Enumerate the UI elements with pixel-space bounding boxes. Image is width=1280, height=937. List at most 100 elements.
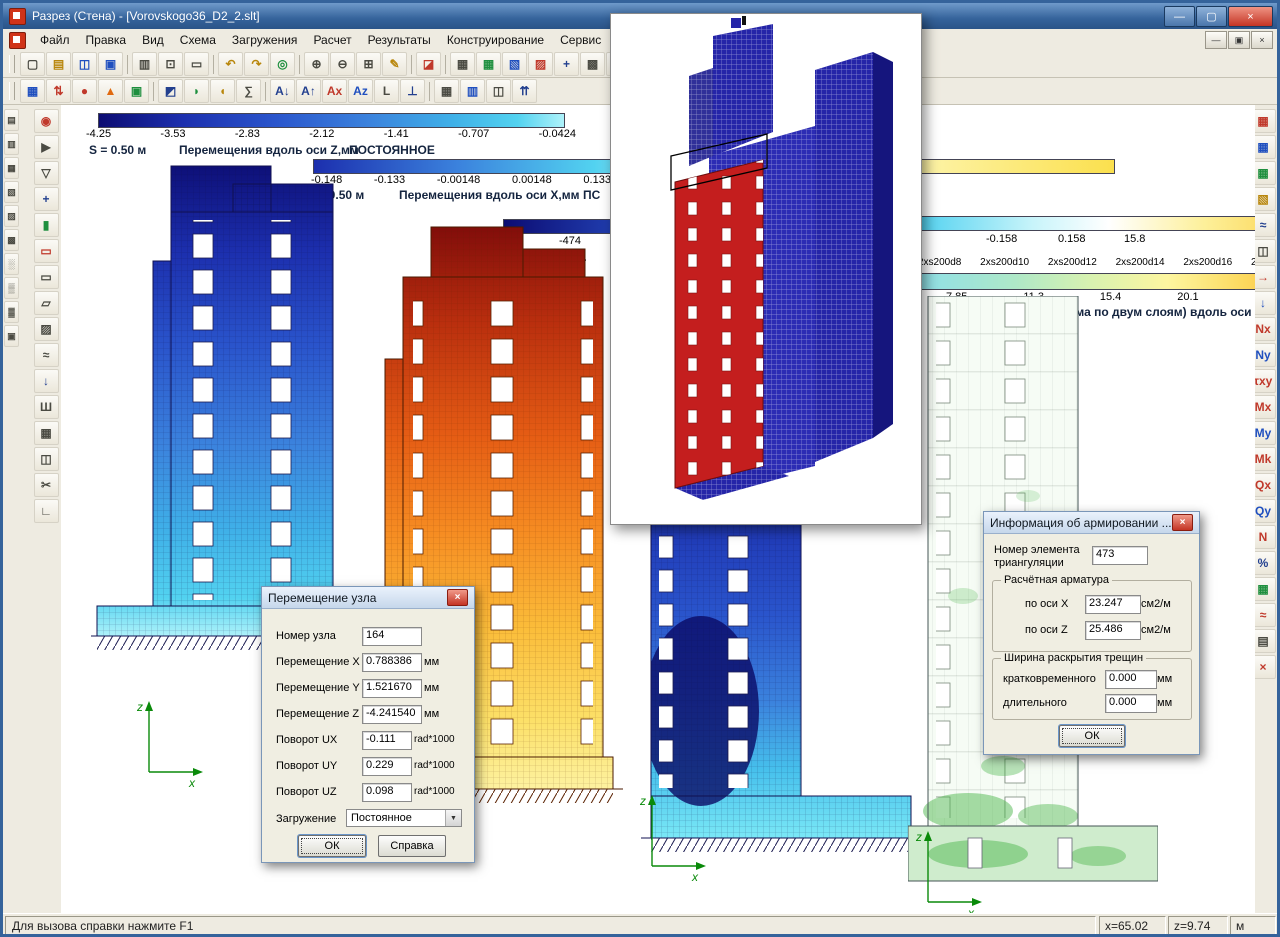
menu-edit[interactable]: Правка bbox=[78, 30, 135, 50]
undo-icon[interactable]: ↶ bbox=[218, 52, 243, 76]
rect-icon[interactable]: ▭ bbox=[34, 265, 59, 289]
element-number-field[interactable]: 473 bbox=[1092, 546, 1148, 565]
loadcase-combobox[interactable]: Постоянное ▼ bbox=[346, 809, 462, 827]
pattern-icon[interactable]: ░ bbox=[4, 253, 19, 275]
sort-za-icon[interactable]: A↑ bbox=[296, 79, 321, 103]
leaf-green-icon[interactable]: ◗ bbox=[184, 79, 209, 103]
close-icon[interactable]: × bbox=[447, 589, 468, 606]
dialog-titlebar[interactable]: Перемещение узла × bbox=[262, 587, 474, 609]
section-icon[interactable]: ◪ bbox=[416, 52, 441, 76]
maximize-button[interactable]: ▢ bbox=[1196, 6, 1227, 27]
ok-button[interactable]: ОК bbox=[298, 835, 366, 857]
ok-button[interactable]: ОК bbox=[1059, 725, 1125, 747]
book2-icon[interactable]: ◫ bbox=[486, 79, 511, 103]
frame-icon[interactable]: ▭ bbox=[34, 239, 59, 263]
mesh-icon[interactable]: ▦ bbox=[450, 52, 475, 76]
menu-service[interactable]: Сервис bbox=[552, 30, 609, 50]
mesh-delete-icon[interactable]: ▨ bbox=[528, 52, 553, 76]
mdi-minimize-button[interactable]: — bbox=[1205, 31, 1227, 49]
axes-icon[interactable]: + bbox=[554, 52, 579, 76]
pattern-icon[interactable]: ▓ bbox=[4, 301, 19, 323]
mdi-document-icon[interactable] bbox=[9, 32, 26, 49]
az-icon[interactable]: Az bbox=[348, 79, 373, 103]
pattern-icon[interactable]: ▨ bbox=[4, 205, 19, 227]
sum-icon[interactable]: ∑ bbox=[236, 79, 261, 103]
cut-icon[interactable]: ✂ bbox=[34, 473, 59, 497]
chevron-down-icon[interactable]: ▼ bbox=[445, 810, 461, 826]
sort-az-icon[interactable]: A↓ bbox=[270, 79, 295, 103]
reinforcement-info-dialog[interactable]: Информация об армировании ... × Номер эл… bbox=[983, 511, 1200, 755]
mesh-add-icon[interactable]: ▦ bbox=[476, 52, 501, 76]
table-icon[interactable]: ▦ bbox=[434, 79, 459, 103]
help-button[interactable]: Справка bbox=[378, 835, 446, 857]
hatch-icon[interactable]: ▨ bbox=[34, 317, 59, 341]
disp-x-field[interactable]: 0.788386 bbox=[362, 653, 422, 672]
disp-y-field[interactable]: 1.521670 bbox=[362, 679, 422, 698]
print-preview-icon[interactable]: ⊡ bbox=[158, 52, 183, 76]
pointer-icon[interactable]: ▶ bbox=[34, 135, 59, 159]
bottle-icon[interactable]: ▮ bbox=[34, 213, 59, 237]
pattern-icon[interactable]: ▩ bbox=[4, 229, 19, 251]
new-icon[interactable]: ▢ bbox=[20, 52, 45, 76]
crack-short-field[interactable]: 0.000 bbox=[1105, 670, 1157, 689]
eraser-icon[interactable]: ◫ bbox=[34, 447, 59, 471]
refresh-icon[interactable]: ◎ bbox=[270, 52, 295, 76]
redo-icon[interactable]: ↷ bbox=[244, 52, 269, 76]
model-3d-popup[interactable] bbox=[610, 13, 922, 525]
pattern-icon[interactable]: ▥ bbox=[4, 133, 19, 155]
grid-table-icon[interactable]: ▦ bbox=[34, 421, 59, 445]
fire-icon[interactable]: ▲ bbox=[98, 79, 123, 103]
zoom-out-icon[interactable]: ⊖ bbox=[330, 52, 355, 76]
filter-icon[interactable]: ▽ bbox=[34, 161, 59, 185]
wave-icon[interactable]: ≈ bbox=[34, 343, 59, 367]
hundred-icon[interactable]: ● bbox=[72, 79, 97, 103]
menu-loads[interactable]: Загружения bbox=[224, 30, 306, 50]
menu-scheme[interactable]: Схема bbox=[172, 30, 224, 50]
close-button[interactable]: × bbox=[1228, 6, 1273, 27]
menu-file[interactable]: Файл bbox=[32, 30, 78, 50]
rebar-x-field[interactable]: 23.247 bbox=[1085, 595, 1141, 614]
mdi-restore-button[interactable]: ▣ bbox=[1228, 31, 1250, 49]
pattern-icon[interactable]: ▤ bbox=[4, 109, 19, 131]
combo-load-icon[interactable]: ⇅ bbox=[46, 79, 71, 103]
pattern-icon[interactable]: ▧ bbox=[4, 181, 19, 203]
polygon-icon[interactable]: ▱ bbox=[34, 291, 59, 315]
arrow-down-icon[interactable]: ↓ bbox=[34, 369, 59, 393]
diagram-icon[interactable]: ◩ bbox=[158, 79, 183, 103]
import-icon[interactable]: ◫ bbox=[72, 52, 97, 76]
save-icon[interactable]: ▣ bbox=[98, 52, 123, 76]
supports2-icon[interactable]: Ш bbox=[34, 395, 59, 419]
rot-uy-field[interactable]: 0.229 bbox=[362, 757, 412, 776]
disp-z-field[interactable]: -4.241540 bbox=[362, 705, 422, 724]
dialog-titlebar[interactable]: Информация об армировании ... × bbox=[984, 512, 1199, 534]
select-region-icon[interactable]: ▭ bbox=[184, 52, 209, 76]
pan-icon[interactable]: + bbox=[34, 187, 59, 211]
rot-ux-field[interactable]: -0.111 bbox=[362, 731, 412, 750]
node-number-field[interactable]: 164 bbox=[362, 627, 422, 646]
pattern-icon[interactable]: ▣ bbox=[4, 325, 19, 347]
corner-icon[interactable]: L bbox=[374, 79, 399, 103]
pen-icon[interactable]: ✎ bbox=[382, 52, 407, 76]
rebar-z-field[interactable]: 25.486 bbox=[1085, 621, 1141, 640]
menu-analysis[interactable]: Расчет bbox=[305, 30, 359, 50]
pattern-icon[interactable]: ▦ bbox=[4, 157, 19, 179]
perp-icon[interactable]: ⊥ bbox=[400, 79, 425, 103]
show-grid-icon[interactable]: ▩ bbox=[580, 52, 605, 76]
open-icon[interactable]: ▤ bbox=[46, 52, 71, 76]
axis2-icon[interactable]: ∟ bbox=[34, 499, 59, 523]
menu-view[interactable]: Вид bbox=[134, 30, 172, 50]
select-node-icon[interactable]: ◉ bbox=[34, 109, 59, 133]
zoom-window-icon[interactable]: ⊞ bbox=[356, 52, 381, 76]
toolbar-grip[interactable] bbox=[9, 82, 15, 100]
mosaic-icon[interactable]: ▦ bbox=[20, 79, 45, 103]
ax-icon[interactable]: Ax bbox=[322, 79, 347, 103]
toolbar-grip[interactable] bbox=[9, 55, 15, 73]
pattern-icon[interactable]: ▒ bbox=[4, 277, 19, 299]
crack-long-field[interactable]: 0.000 bbox=[1105, 694, 1157, 713]
leaf-yellow-icon[interactable]: ◖ bbox=[210, 79, 235, 103]
mesh-edit-icon[interactable]: ▧ bbox=[502, 52, 527, 76]
close-icon[interactable]: × bbox=[1172, 514, 1193, 531]
north-icon[interactable]: ⇈ bbox=[512, 79, 537, 103]
menu-design[interactable]: Конструирование bbox=[439, 30, 552, 50]
mdi-close-button[interactable]: × bbox=[1251, 31, 1273, 49]
